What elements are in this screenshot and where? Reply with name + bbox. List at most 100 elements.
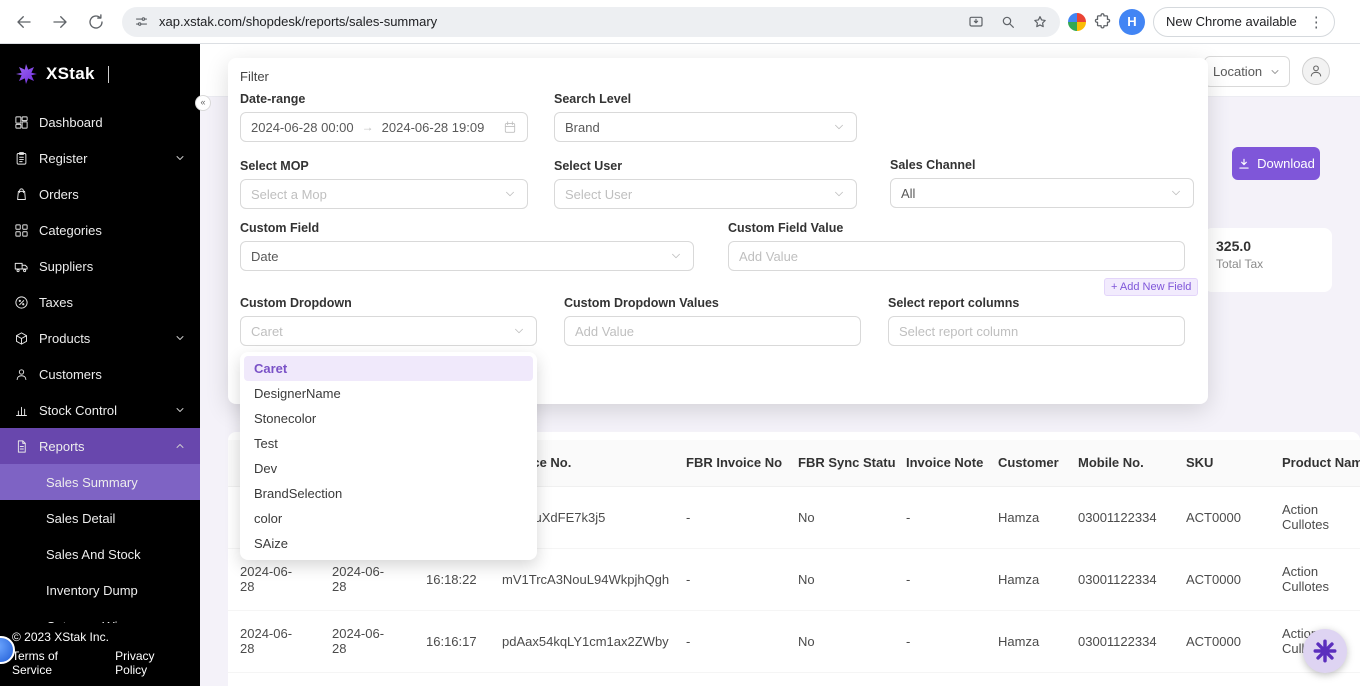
sales-channel-select[interactable]: All (890, 178, 1194, 208)
date-range-input[interactable]: 2024-06-28 00:00 → 2024-06-28 19:09 (240, 112, 528, 142)
add-new-field-button[interactable]: + Add New Field (1104, 278, 1198, 296)
refresh-button[interactable] (82, 8, 110, 36)
sidebar-item-label: Register (39, 151, 87, 166)
sidebar-item-inventory-dump[interactable]: Inventory Dump (0, 572, 200, 608)
custom-field-value-field: Custom Field Value Add Value (728, 221, 1185, 271)
sidebar-item-categories[interactable]: Categories (0, 212, 200, 248)
dropdown-option-designername[interactable]: DesignerName (244, 381, 533, 406)
sidebar-item-sales-detail[interactable]: Sales Detail (0, 500, 200, 536)
cell-fbr-sync-status: No (788, 548, 896, 610)
sidebar-item-label: Suppliers (39, 259, 93, 274)
cell-date: 2024-06-28 (228, 610, 324, 672)
dropdown-option-saize[interactable]: SAize (244, 531, 533, 556)
sidebar-item-dashboard[interactable]: Dashboard (0, 104, 200, 140)
more-vertical-icon[interactable]: ⋮ (1305, 13, 1328, 31)
cell-mobile-no: 03001122334 (1068, 610, 1176, 672)
user-avatar-icon (1308, 63, 1324, 79)
dropdown-option-color[interactable]: color (244, 506, 533, 531)
download-label: Download (1257, 156, 1315, 171)
back-button[interactable] (10, 8, 38, 36)
url-text[interactable]: xap.xstak.com/shopdesk/reports/sales-sum… (159, 14, 437, 29)
date-start-value[interactable]: 2024-06-28 00:00 (251, 120, 354, 135)
install-icon[interactable] (968, 14, 984, 30)
back-icon (15, 13, 33, 31)
report-columns-input[interactable]: Select report column (888, 316, 1185, 346)
cell-invoice-note: - (896, 486, 988, 548)
date-end-value[interactable]: 2024-06-28 19:09 (382, 120, 485, 135)
custom-dropdown-select[interactable]: Caret (240, 316, 537, 346)
custom-field-field: Custom Field Date (240, 221, 694, 271)
custom-dropdown-values-input[interactable]: Add Value (564, 316, 861, 346)
sidebar-item-label: Customers (39, 367, 102, 382)
download-button[interactable]: Download (1232, 147, 1320, 180)
browser-profile-avatar[interactable]: H (1119, 9, 1145, 35)
cell-product-name: Action Cullotes (1272, 486, 1360, 548)
terms-link[interactable]: Terms of Service (12, 649, 99, 677)
user-avatar[interactable] (1302, 57, 1330, 85)
search-level-value: Brand (565, 120, 600, 135)
custom-field-select[interactable]: Date (240, 241, 694, 271)
sidebar-item-suppliers[interactable]: Suppliers (0, 248, 200, 284)
custom-field-value-input[interactable]: Add Value (728, 241, 1185, 271)
sidebar-item-register[interactable]: Register (0, 140, 200, 176)
sidebar-item-reports[interactable]: Reports (0, 428, 200, 464)
custom-dropdown-values-field: Custom Dropdown Values Add Value (564, 296, 861, 346)
forward-button[interactable] (46, 8, 74, 36)
select-user-placeholder: Select User (565, 187, 632, 202)
chrome-update-pill[interactable]: New Chrome available ⋮ (1153, 7, 1335, 37)
cell-sku: ACT0000 (1176, 486, 1272, 548)
cell-customer: Hamza (988, 610, 1068, 672)
zoom-icon[interactable] (1000, 14, 1016, 30)
star-icon[interactable] (1032, 14, 1048, 30)
download-icon (1237, 157, 1251, 171)
dropdown-option-dev[interactable]: Dev (244, 456, 533, 481)
privacy-link[interactable]: Privacy Policy (115, 649, 188, 677)
stat-label: Total Tax (1216, 257, 1320, 271)
dropdown-option-brandselection[interactable]: BrandSelection (244, 481, 533, 506)
select-user-select[interactable]: Select User (554, 179, 857, 209)
tune-icon[interactable] (134, 14, 149, 29)
select-user-label: Select User (554, 159, 857, 173)
chat-widget-button[interactable] (1303, 629, 1347, 673)
sidebar-item-stock-control[interactable]: Stock Control (0, 392, 200, 428)
sidebar-item-label: Taxes (39, 295, 73, 310)
dropdown-option-test[interactable]: Test (244, 431, 533, 456)
sidebar-item-label: Categories (39, 223, 102, 238)
chevron-down-icon (1169, 186, 1183, 200)
suppliers-icon (14, 259, 29, 274)
sidebar-item-products[interactable]: Products (0, 320, 200, 356)
sidebar-item-sales-summary[interactable]: Sales Summary (0, 464, 200, 500)
custom-dropdown-value: Caret (251, 324, 283, 339)
cell-sku: ACT0000 (1176, 548, 1272, 610)
sidebar-item-sales-and-stock[interactable]: Sales And Stock (0, 536, 200, 572)
taxes-icon (14, 295, 29, 310)
sidebar-item-orders[interactable]: Orders (0, 176, 200, 212)
table-row: 2024-06-28 2024-06-28 16:16:17 pdAax54kq… (228, 610, 1360, 672)
select-mop-select[interactable]: Select a Mop (240, 179, 528, 209)
app-logo[interactable]: XStak (0, 44, 200, 104)
cell-mobile-no: 03001122334 (1068, 486, 1176, 548)
col-header-fbr-invoice-no: FBR Invoice No (676, 440, 788, 486)
col-header-customer: Customer (988, 440, 1068, 486)
select-mop-placeholder: Select a Mop (251, 187, 327, 202)
location-select[interactable]: Location (1204, 56, 1290, 87)
col-header-invoice-note: Invoice Note (896, 440, 988, 486)
chrome-update-icon[interactable] (1068, 13, 1086, 31)
reports-icon (14, 439, 29, 454)
search-level-field: Search Level Brand (554, 92, 857, 142)
search-level-select[interactable]: Brand (554, 112, 857, 142)
sidebar-collapse-button[interactable]: « (195, 95, 211, 111)
sidebar-item-taxes[interactable]: Taxes (0, 284, 200, 320)
cell-invoice-note: - (896, 548, 988, 610)
dropdown-option-stonecolor[interactable]: Stonecolor (244, 406, 533, 431)
chevron-down-icon (174, 332, 186, 344)
col-header-mobile-no: Mobile No. (1068, 440, 1176, 486)
custom-field-value-text: Date (251, 249, 278, 264)
dropdown-option-caret[interactable]: Caret (244, 356, 533, 381)
extensions-icon[interactable] (1094, 13, 1111, 30)
sidebar: XStak Dashboard Register Orders Categori… (0, 44, 200, 686)
logo-divider (108, 66, 110, 83)
sidebar-item-customers[interactable]: Customers (0, 356, 200, 392)
address-bar[interactable]: xap.xstak.com/shopdesk/reports/sales-sum… (122, 7, 1060, 37)
customers-icon (14, 367, 29, 382)
